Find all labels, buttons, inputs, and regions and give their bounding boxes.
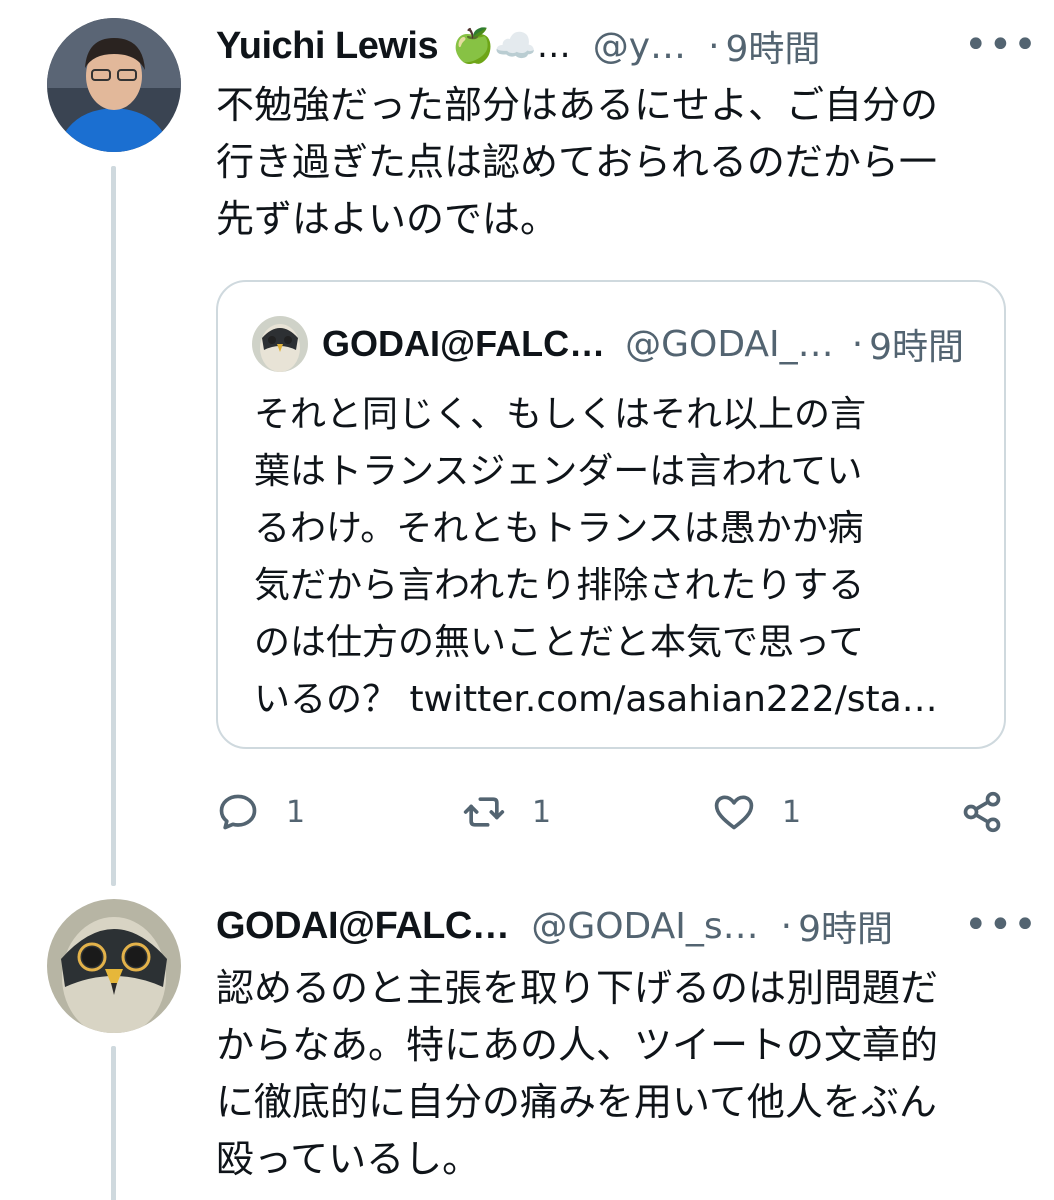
separator-dot: ·	[851, 323, 864, 365]
tweet-text-line: 行き過ぎた点は認めておられるのだから一	[216, 140, 937, 184]
retweet-count: 1	[532, 794, 552, 830]
tweet-text-line: 殴っているし。	[216, 1137, 481, 1181]
quoted-timestamp: 9時間	[869, 327, 965, 368]
falcon-avatar-image	[252, 316, 308, 372]
quoted-author-handle: @GODAI_…	[625, 323, 834, 365]
reply-count: 1	[286, 794, 306, 830]
quoted-avatar	[252, 316, 308, 372]
separator-dot: ·	[780, 905, 793, 947]
thread-connector-line-bottom	[111, 1046, 116, 1200]
author-emoji: 🍏☁️…	[452, 26, 571, 66]
avatar-person-image	[47, 18, 181, 152]
quoted-text-line: 気だから言われたり排除されたりする	[254, 565, 865, 606]
more-icon[interactable]: •••	[964, 22, 1038, 68]
author-name[interactable]: GODAI@FALC…	[216, 905, 510, 948]
retweet-icon	[463, 797, 505, 827]
thread-connector-line	[111, 166, 116, 886]
separator-dot: ·	[708, 25, 720, 67]
tweet-text: 不勉強だった部分はあるにせよ、ご自分の 行き過ぎた点は認めておられるのだから一 …	[216, 77, 1006, 248]
quoted-tweet-header: GODAI@FALC… @GODAI_… · 9時間	[322, 314, 964, 374]
like-count: 1	[782, 794, 802, 830]
more-icon[interactable]: •••	[964, 902, 1038, 948]
tweet-text-line: 不勉強だった部分はあるにせよ、ご自分の	[216, 83, 939, 127]
tweet-text: 認めるのと主張を取り下げるのは別問題だ からなあ。特にあの人、ツイートの文章的 …	[216, 960, 1006, 1188]
avatar-yuichi[interactable]	[47, 18, 181, 152]
quoted-tweet-card[interactable]: GODAI@FALC… @GODAI_… · 9時間 それと同じく、もしくはそれ…	[216, 280, 1006, 749]
author-handle[interactable]: @GODAI_s…	[531, 906, 758, 947]
quoted-text-line: それと同じく、もしくはそれ以上の言	[254, 394, 867, 435]
quoted-text-line: のは仕方の無いことだと本気で思って	[254, 622, 865, 663]
tweet-text-line: 認めるのと主張を取り下げるのは別問題だ	[216, 966, 939, 1010]
tweet-timestamp[interactable]: 9時間	[798, 900, 893, 952]
tweet-timestamp[interactable]: 9時間	[726, 20, 821, 72]
like-button[interactable]: 1	[712, 784, 801, 840]
quoted-text-line: るわけ。それともトランスは愚かか病	[254, 508, 864, 549]
avatar-godai[interactable]	[47, 899, 181, 1033]
falcon-avatar-image	[47, 899, 181, 1033]
author-handle[interactable]: @y…	[593, 26, 686, 67]
quoted-tweet-text: それと同じく、もしくはそれ以上の言 葉はトランスジェンダーは言われてい るわけ。…	[254, 386, 984, 728]
tweet-text-line: 先ずはよいのでは。	[216, 197, 559, 241]
reply-button[interactable]: 1	[216, 784, 305, 840]
share-button[interactable]	[960, 784, 1004, 840]
tweet-text-line: に徹底的に自分の痛みを用いて他人をぶん	[216, 1080, 937, 1124]
author-name[interactable]: Yuichi Lewis	[216, 25, 439, 68]
quoted-author-name: GODAI@FALC…	[322, 323, 606, 364]
quoted-text-line: 葉はトランスジェンダーは言われてい	[254, 451, 863, 492]
tweet-text-line: からなあ。特にあの人、ツイートの文章的	[216, 1023, 939, 1067]
tweet-header: GODAI@FALC… @GODAI_s… · 9時間 •••	[216, 896, 1037, 956]
like-icon	[714, 795, 754, 830]
tweet-action-bar: 1 1 1	[216, 784, 1006, 840]
quoted-text-line: いるの？ twitter.com/asahian222/sta…	[254, 679, 938, 720]
retweet-button[interactable]: 1	[462, 784, 551, 840]
reply-icon	[219, 794, 257, 830]
tweet-header: Yuichi Lewis 🍏☁️… @y… · 9時間 •••	[216, 16, 1037, 76]
share-icon	[963, 791, 1001, 833]
